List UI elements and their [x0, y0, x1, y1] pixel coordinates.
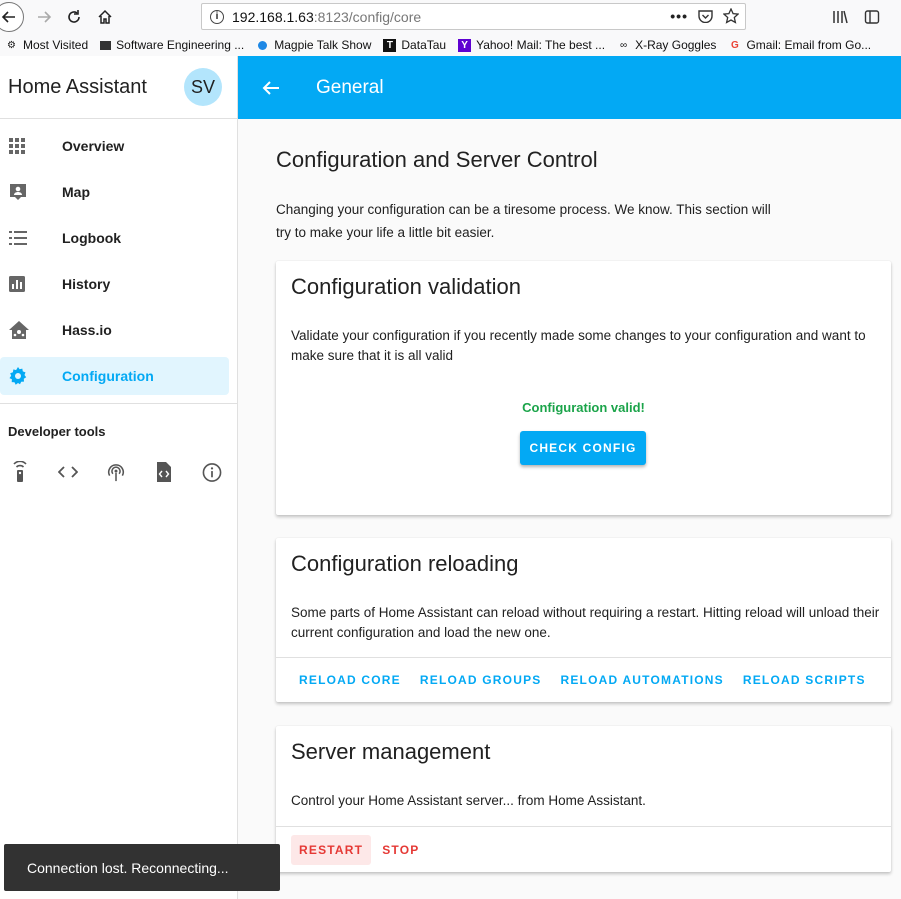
restart-button[interactable]: RESTART	[291, 834, 372, 865]
hassio-icon	[8, 320, 48, 340]
file-code-icon[interactable]	[154, 461, 174, 483]
info-icon[interactable]	[202, 461, 222, 483]
card-server-management: Server management Control your Home Assi…	[276, 726, 891, 872]
sidebar-item-configuration[interactable]: Configuration	[0, 357, 229, 395]
bookmark-most-visited[interactable]: ⚙ Most Visited	[5, 38, 88, 52]
section-intro: Changing your configuration can be a tir…	[276, 202, 771, 240]
sidebar-item-history[interactable]: History	[0, 265, 229, 303]
sidebar-item-label: History	[62, 276, 111, 292]
dot-icon	[256, 39, 269, 52]
card-config-validation: Configuration validation Validate your c…	[276, 261, 891, 515]
card-text: Validate your configuration if you recen…	[291, 328, 866, 363]
star-icon[interactable]	[723, 8, 739, 24]
home-icon	[98, 9, 112, 24]
sidebar-item-logbook[interactable]: Logbook	[0, 219, 229, 257]
bookmark-xray[interactable]: ∞ X-Ray Goggles	[617, 38, 716, 52]
back-arrow-icon[interactable]	[262, 80, 286, 96]
goggles-icon: ∞	[619, 39, 628, 51]
section-heading: Configuration and Server Control	[276, 147, 598, 172]
browser-forward-button[interactable]	[30, 3, 58, 31]
sidebar-item-hassio[interactable]: Hass.io	[0, 311, 229, 349]
reload-scripts-button[interactable]: RELOAD SCRIPTS	[735, 665, 874, 695]
bookmark-yahoo[interactable]: Y Yahoo! Mail: The best ...	[458, 38, 605, 52]
sidebar-item-overview[interactable]: Overview	[0, 127, 229, 165]
card-title: Configuration reloading	[291, 551, 519, 576]
broadcast-icon[interactable]	[106, 461, 126, 483]
map-icon	[8, 182, 48, 202]
remote-icon[interactable]	[10, 461, 30, 483]
main-content: Configuration and Server Control Changin…	[238, 119, 901, 899]
arrow-left-icon	[1, 11, 15, 23]
reload-automations-button[interactable]: RELOAD AUTOMATIONS	[552, 665, 731, 695]
card-text: Some parts of Home Assistant can reload …	[291, 605, 880, 640]
sidebar-item-label: Logbook	[62, 230, 122, 246]
reload-core-button[interactable]: RELOAD CORE	[291, 665, 409, 695]
app-title: Home Assistant	[8, 75, 147, 98]
pocket-icon[interactable]	[698, 9, 713, 23]
card-config-reloading: Configuration reloading Some parts of Ho…	[276, 538, 891, 702]
sidebar: Home Assistant SV Overview Map Logbook H…	[0, 56, 238, 899]
validation-status: Configuration valid!	[522, 400, 645, 415]
card-text: Control your Home Assistant server... fr…	[291, 793, 646, 808]
sidebar-item-label: Overview	[62, 138, 125, 154]
check-config-button[interactable]: CHECK CONFIG	[520, 431, 646, 465]
page-title: General	[316, 76, 384, 98]
history-icon	[8, 275, 48, 293]
grid-icon	[8, 137, 48, 155]
bookmarks-bar: ⚙ Most Visited Software Engineering ... M…	[0, 34, 901, 56]
sidebar-toggle-icon[interactable]	[864, 9, 880, 25]
browser-toolbar: i 192.168.1.63:8123/config/core •••	[0, 0, 901, 34]
t-icon: T	[383, 38, 397, 52]
developer-tools	[0, 439, 237, 483]
avatar[interactable]: SV	[184, 68, 222, 106]
more-icon[interactable]: •••	[670, 8, 688, 24]
y-icon: Y	[458, 38, 472, 52]
sidebar-item-label: Map	[62, 184, 90, 200]
bookmark-gmail[interactable]: G Gmail: Email from Go...	[728, 38, 871, 52]
reload-groups-button[interactable]: RELOAD GROUPS	[412, 665, 550, 695]
card-title: Configuration validation	[291, 274, 521, 299]
reload-icon	[68, 10, 80, 23]
gear-icon	[8, 366, 48, 386]
bookmark-magpie[interactable]: Magpie Talk Show	[256, 38, 371, 52]
stop-button[interactable]: STOP	[374, 835, 427, 865]
browser-back-button[interactable]	[0, 2, 24, 32]
url-text: 192.168.1.63:8123/config/core	[232, 8, 422, 25]
page-icon	[100, 40, 112, 50]
card-title: Server management	[291, 739, 491, 764]
sidebar-item-map[interactable]: Map	[0, 173, 229, 211]
g-icon: G	[731, 39, 739, 51]
info-icon[interactable]: i	[210, 9, 224, 24]
connection-toast: Connection lost. Reconnecting...	[4, 844, 280, 891]
sidebar-item-label: Hass.io	[62, 322, 112, 338]
bookmark-datatau[interactable]: T DataTau	[383, 38, 446, 52]
browser-reload-button[interactable]	[60, 3, 88, 31]
app-toolbar: General	[238, 56, 901, 119]
code-icon[interactable]	[58, 461, 78, 483]
card-actions: RELOAD CORE RELOAD GROUPS RELOAD AUTOMAT…	[276, 657, 891, 702]
sidebar-item-label: Configuration	[62, 368, 154, 384]
browser-home-button[interactable]	[91, 3, 119, 31]
card-actions: RESTART STOP	[276, 826, 891, 872]
sidebar-menu: Overview Map Logbook History Hass.io Con…	[0, 119, 237, 395]
logbook-icon	[8, 229, 48, 247]
bookmark-software-engineering[interactable]: Software Engineering ...	[100, 38, 244, 52]
arrow-right-icon	[38, 11, 52, 23]
sidebar-header: Home Assistant SV	[0, 56, 237, 119]
library-icon[interactable]	[832, 9, 848, 25]
url-bar[interactable]: i 192.168.1.63:8123/config/core •••	[201, 3, 746, 30]
gear-icon: ⚙	[7, 39, 16, 51]
developer-tools-title: Developer tools	[8, 424, 106, 439]
